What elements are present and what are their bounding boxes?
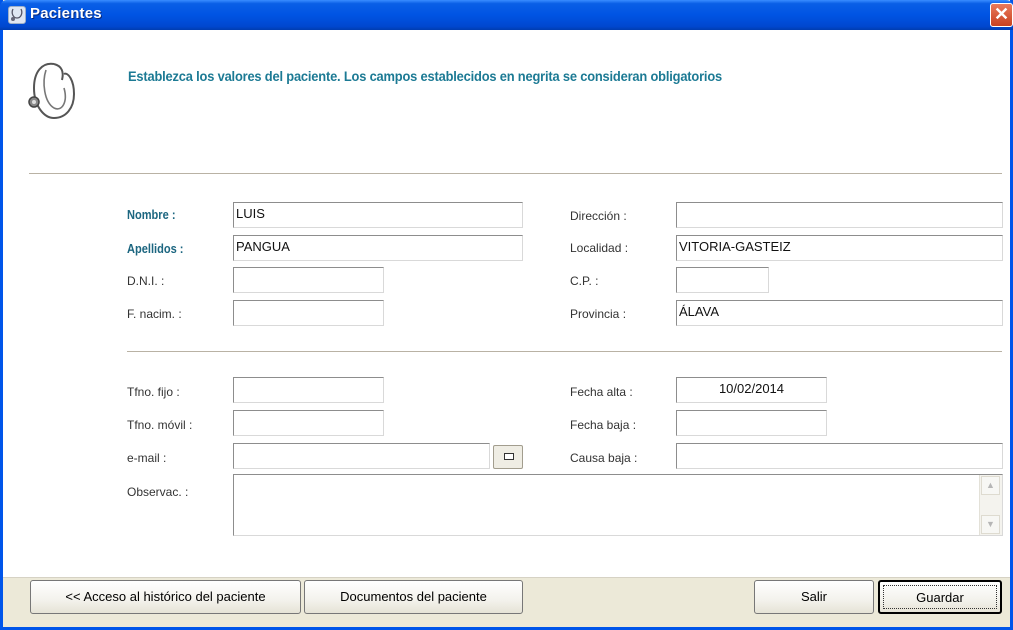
apellidos-field[interactable]: PANGUA: [233, 235, 523, 261]
causa-baja-field[interactable]: [676, 443, 1003, 469]
apellidos-label: Apellidos :: [127, 241, 184, 256]
scroll-up-icon[interactable]: ▲: [981, 476, 1000, 495]
observac-label: Observac. :: [127, 485, 189, 499]
scroll-down-icon[interactable]: ▼: [981, 515, 1000, 534]
divider: [127, 351, 1002, 352]
fnacim-field[interactable]: [233, 300, 384, 326]
instructions-text: Establezca los valores del paciente. Los…: [128, 68, 722, 84]
email-icon: [504, 453, 514, 460]
footer-divider: [3, 577, 1010, 578]
close-icon: ✕: [993, 4, 1010, 24]
observac-scrollbar[interactable]: ▲ ▼: [979, 475, 1002, 535]
provincia-field[interactable]: ÁLAVA: [676, 300, 1003, 326]
observac-textarea[interactable]: ▲ ▼: [233, 474, 1003, 536]
email-field[interactable]: [233, 443, 490, 469]
historico-button[interactable]: << Acceso al histórico del paciente: [30, 580, 301, 614]
dni-label: D.N.I. :: [127, 274, 165, 288]
cp-field[interactable]: [676, 267, 769, 293]
title-bar[interactable]: Pacientes ✕: [0, 0, 1013, 30]
tfno-movil-label: Tfno. móvil :: [127, 418, 193, 432]
send-email-button[interactable]: [493, 445, 523, 469]
fnacim-label: F. nacim. :: [127, 307, 182, 321]
stethoscope-icon: [28, 62, 76, 120]
fecha-baja-field[interactable]: [676, 410, 827, 436]
direccion-label: Dirección :: [570, 209, 627, 223]
fecha-baja-label: Fecha baja :: [570, 418, 637, 432]
localidad-field[interactable]: VITORIA-GASTEIZ: [676, 235, 1003, 261]
nombre-field[interactable]: LUIS: [233, 202, 523, 228]
tfno-fijo-label: Tfno. fijo :: [127, 385, 180, 399]
localidad-label: Localidad :: [570, 241, 629, 255]
documentos-button[interactable]: Documentos del paciente: [304, 580, 523, 614]
guardar-label: Guardar: [883, 585, 997, 609]
window-title: Pacientes: [30, 5, 102, 22]
provincia-label: Provincia :: [570, 307, 627, 321]
fecha-alta-label: Fecha alta :: [570, 385, 633, 399]
salir-button[interactable]: Salir: [754, 580, 874, 614]
tfno-movil-field[interactable]: [233, 410, 384, 436]
direccion-field[interactable]: [676, 202, 1003, 228]
stethoscope-icon: [8, 6, 26, 24]
causa-baja-label: Causa baja :: [570, 451, 638, 465]
nombre-label: Nombre :: [127, 207, 176, 222]
dni-field[interactable]: [233, 267, 384, 293]
guardar-button[interactable]: Guardar: [878, 580, 1002, 614]
cp-label: C.P. :: [570, 274, 599, 288]
close-button[interactable]: ✕: [990, 3, 1013, 27]
divider: [29, 173, 1002, 174]
tfno-fijo-field[interactable]: [233, 377, 384, 403]
fecha-alta-field[interactable]: 10/02/2014: [676, 377, 827, 403]
email-label: e-mail :: [127, 451, 167, 465]
